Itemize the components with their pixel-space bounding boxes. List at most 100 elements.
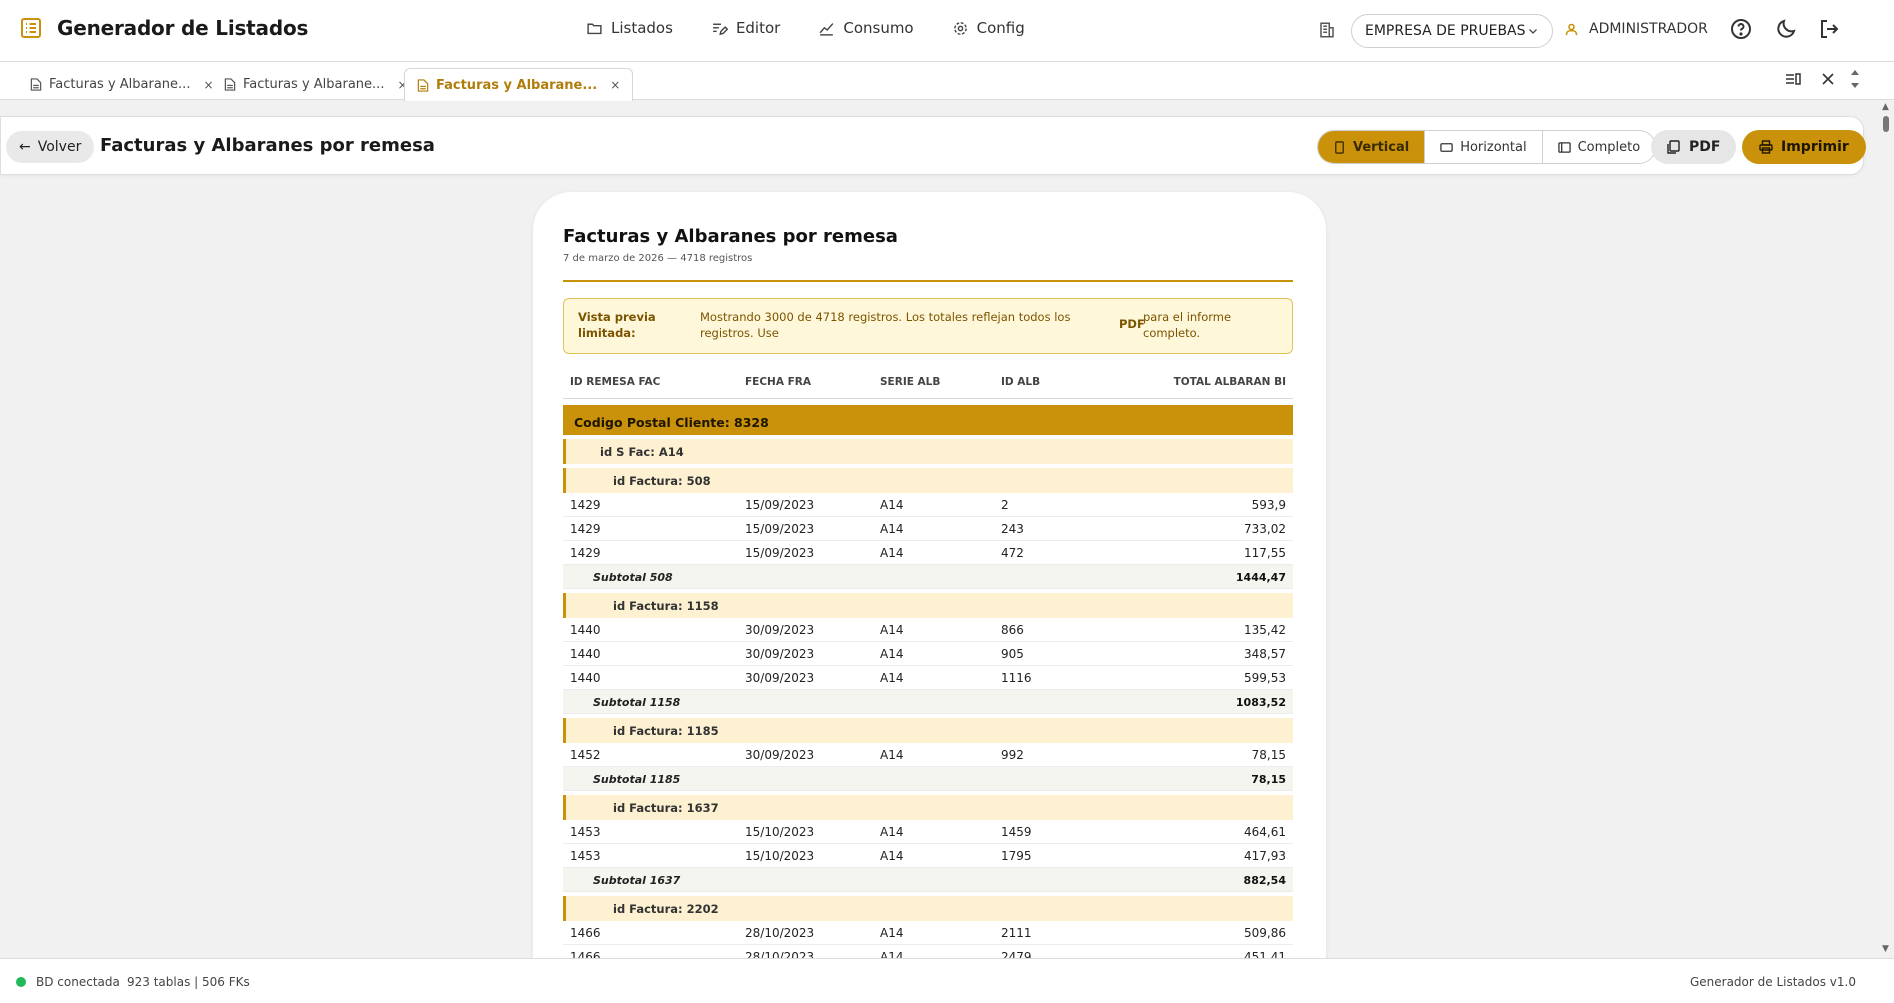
scroll-down-icon[interactable]: ▼ — [1882, 944, 1889, 954]
connection-status: BD conectada — [36, 975, 120, 989]
print-button[interactable]: Imprimir — [1742, 130, 1866, 164]
cell: 1429 — [570, 546, 601, 560]
cell: A14 — [880, 748, 904, 762]
status-bar: BD conectada 923 tablas | 506 FKs Genera… — [0, 958, 1894, 1003]
subtotal-value: 78,15 — [1251, 773, 1286, 786]
cell: 15/10/2023 — [745, 825, 815, 839]
cell: 117,55 — [1244, 546, 1286, 560]
report-title: Facturas y Albaranes por remesa — [563, 226, 898, 247]
subtotal-label: Subtotal 508 — [593, 571, 673, 584]
top-bar: Generador de Listados Listados Editor Co… — [0, 0, 1894, 62]
close-all-icon[interactable] — [1819, 70, 1837, 88]
help-icon[interactable] — [1729, 17, 1753, 41]
notice-message: Mostrando 3000 de 4718 registros. Los to… — [700, 310, 1071, 340]
cell: 733,02 — [1244, 522, 1286, 536]
cell: 135,42 — [1244, 623, 1286, 637]
notice-pdf-link[interactable]: PDF — [1119, 317, 1145, 331]
logout-icon[interactable] — [1817, 17, 1841, 41]
layout-horizontal-button[interactable]: Horizontal — [1425, 131, 1543, 163]
table-row: 1440 30/09/2023 A14 905 348,57 — [563, 642, 1293, 666]
cell: 1466 — [570, 926, 601, 940]
cell: A14 — [880, 647, 904, 661]
nav-consumo[interactable]: Consumo — [818, 19, 914, 37]
tab-list-icon[interactable] — [1784, 70, 1802, 88]
cell: 472 — [1001, 546, 1024, 560]
report-header: ← Volver Facturas y Albaranes por remesa… — [0, 116, 1866, 175]
page-scrollbar[interactable]: ▲ ▼ — [1878, 100, 1894, 956]
pdf-file-icon — [1667, 140, 1680, 154]
cell: 15/09/2023 — [745, 546, 815, 560]
subtotal-label: Subtotal 1637 — [593, 874, 681, 887]
tab-report-1[interactable]: Facturas y Albarane... × — [17, 68, 227, 100]
tab-report-2[interactable]: Facturas y Albarane... × — [211, 68, 421, 100]
back-button[interactable]: ← Volver — [6, 131, 95, 163]
cell: 1795 — [1001, 849, 1032, 863]
building-icon — [1320, 22, 1334, 38]
layout-completo-button[interactable]: Completo — [1543, 131, 1656, 163]
column-header: SERIE ALB — [880, 376, 941, 388]
table-row: 1440 30/09/2023 A14 1116 599,53 — [563, 666, 1293, 690]
cell: 30/09/2023 — [745, 671, 815, 685]
subtotal-row: Subtotal 1158 1083,52 — [563, 690, 1293, 714]
app-title: Generador de Listados — [57, 16, 309, 40]
group-header-factura: id Factura: 1158 — [563, 593, 1293, 618]
subtotal-label: Subtotal 1158 — [593, 696, 681, 709]
cell: 2 — [1001, 498, 1009, 512]
subtotal-row: Subtotal 508 1444,47 — [563, 565, 1293, 589]
nav-listados[interactable]: Listados — [586, 19, 673, 37]
company-select[interactable]: EMPRESA DE PRUEBAS — [1351, 14, 1553, 48]
arrow-left-icon: ← — [19, 139, 31, 155]
group-header-factura: id Factura: 508 — [563, 468, 1293, 493]
preview-limit-notice: Vista previa limitada: Mostrando 3000 de… — [563, 298, 1293, 354]
cell: 30/09/2023 — [745, 647, 815, 661]
layout-label: Completo — [1577, 139, 1641, 155]
cell: 1440 — [570, 623, 601, 637]
connection-status-dot — [16, 977, 26, 987]
table-row: 1452 30/09/2023 A14 992 78,15 — [563, 743, 1293, 767]
cell: A14 — [880, 546, 904, 560]
cell: 15/10/2023 — [745, 849, 815, 863]
column-header: TOTAL ALBARAN BI — [1173, 376, 1286, 388]
gear-icon — [953, 21, 967, 35]
nav-label: Editor — [735, 19, 781, 37]
chevron-down-icon — [1529, 29, 1537, 34]
back-label: Volver — [37, 139, 82, 155]
cell: 1440 — [570, 671, 601, 685]
cell: 509,86 — [1244, 926, 1286, 940]
db-stats: 923 tablas | 506 FKs — [127, 975, 250, 989]
nav-config[interactable]: Config — [952, 19, 1025, 37]
report-table: ID REMESA FAC FECHA FRA SERIE ALB ID ALB… — [563, 363, 1293, 969]
landscape-page-icon — [1440, 142, 1453, 152]
tab-label: Facturas y Albarane... — [49, 77, 191, 92]
nav-label: Config — [976, 19, 1025, 37]
cell: A14 — [880, 623, 904, 637]
moon-icon[interactable] — [1774, 17, 1798, 41]
table-row: 1453 15/10/2023 A14 1795 417,93 — [563, 844, 1293, 868]
scroll-up-icon[interactable]: ▲ — [1882, 102, 1889, 112]
user-menu[interactable]: ADMINISTRADOR — [1564, 21, 1708, 37]
document-icon — [224, 78, 236, 91]
cell: 593,9 — [1251, 498, 1286, 512]
document-icon — [417, 78, 429, 92]
cell: 1429 — [570, 498, 601, 512]
tab-scroll-icon[interactable] — [1846, 66, 1864, 92]
scrollbar-thumb[interactable] — [1883, 116, 1889, 132]
nav-editor[interactable]: Editor — [711, 19, 780, 37]
cell: 1459 — [1001, 825, 1032, 839]
notice-rest: para el informe completo. — [1143, 310, 1232, 340]
notice-label: Vista previa limitada: — [578, 310, 656, 340]
group-header-factura: id Factura: 2202 — [563, 896, 1293, 921]
layout-vertical-button[interactable]: Vertical — [1318, 131, 1426, 163]
brand[interactable]: Generador de Listados — [19, 16, 308, 40]
nav-label: Consumo — [843, 19, 914, 37]
pdf-button[interactable]: PDF — [1651, 130, 1737, 164]
tab-report-3-active[interactable]: Facturas y Albarane... × — [404, 68, 634, 101]
pdf-label: PDF — [1689, 139, 1721, 155]
column-header: ID ALB — [1001, 376, 1041, 388]
edit-list-icon — [713, 23, 728, 35]
tab-close-button[interactable]: × — [610, 78, 620, 92]
portrait-page-icon — [1335, 140, 1344, 154]
cell: 417,93 — [1244, 849, 1286, 863]
report-subtitle: 7 de marzo de 2026 — 4718 registros — [563, 253, 753, 264]
cell: 1440 — [570, 647, 601, 661]
